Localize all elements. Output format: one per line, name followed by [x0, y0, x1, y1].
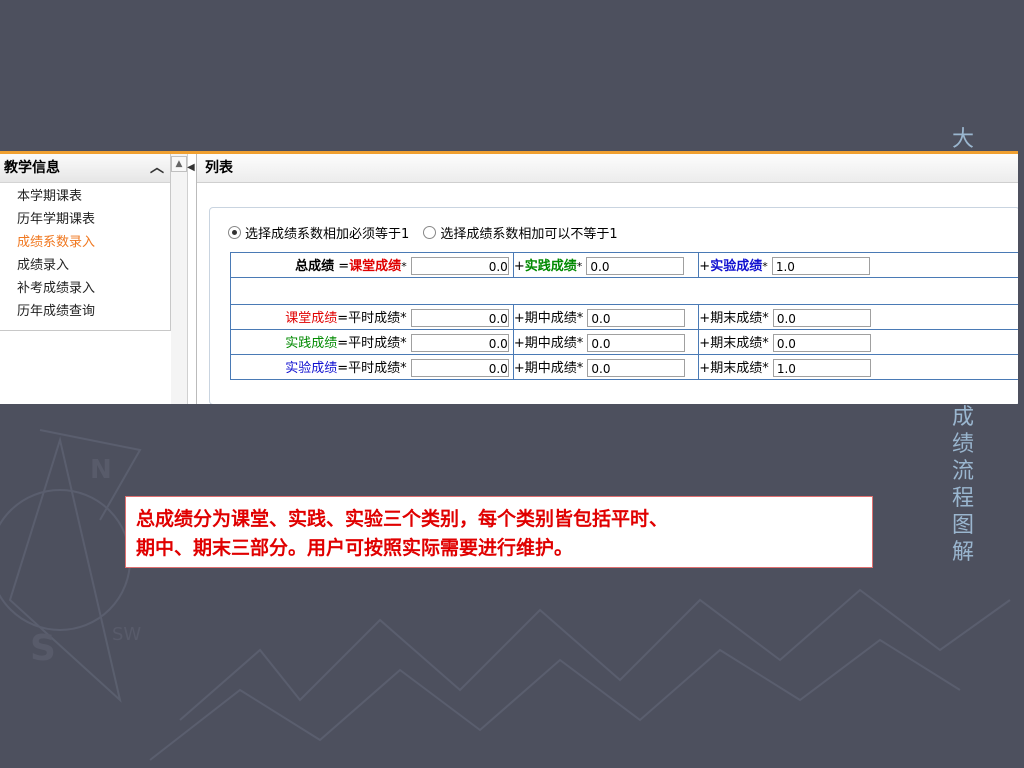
usual-label: =平时成绩*: [337, 310, 407, 326]
sidebar-item-current-schedule[interactable]: 本学期课表: [17, 185, 170, 208]
radio-label-sum-not-equal-1: 选择成绩系数相加可以不等于1: [440, 227, 618, 242]
classroom-final-input[interactable]: 0.0: [772, 309, 871, 328]
sidebar-scrollbar[interactable]: ▲: [171, 154, 188, 404]
sidebar-item-grade-coefficient[interactable]: 成绩系数录入: [17, 231, 170, 254]
coefficient-table: 总成绩 =课堂成绩* 0.0 +实践成绩* 0.0 +实验成绩* 1.0 课堂成…: [230, 252, 1018, 380]
experiment-usual-input[interactable]: 0.0: [410, 359, 509, 378]
sidebar-item-history-grades[interactable]: 历年成绩查询: [17, 300, 170, 323]
svg-text:SW: SW: [112, 624, 141, 645]
experiment-final-cell: +期末成绩* 1.0: [698, 354, 1018, 380]
classroom-coefficient-input[interactable]: 0.0: [410, 257, 509, 276]
classroom-mid-cell: +期中成绩* 0.0: [512, 304, 700, 330]
experiment-formula-cell: +实验成绩* 1.0: [698, 252, 895, 278]
practice-category: 实践成绩: [285, 335, 338, 351]
table-row: 课堂成绩=平时成绩* 0.0 +期中成绩* 0.0 +期末成绩* 0.0: [230, 304, 1018, 330]
practice-formula-cell: +实践成绩* 0.0: [512, 252, 700, 278]
vertical-title-bottom: 成 绩 流 程 图 解: [951, 405, 974, 565]
classroom-row-label: 课堂成绩=平时成绩* 0.0: [230, 304, 514, 330]
annotation-note: 总成绩分为课堂、实践、实验三个类别，每个类别皆包括平时、 期中、期末三部分。用户…: [125, 496, 873, 568]
table-row: 实践成绩=平时成绩* 0.0 +期中成绩* 0.0 +期末成绩* 0.0: [230, 329, 1018, 355]
table-row: 实验成绩=平时成绩* 0.0 +期中成绩* 0.0 +期末成绩* 1.0: [230, 354, 1018, 380]
radio-label-sum-equals-1: 选择成绩系数相加必须等于1: [245, 227, 410, 242]
classroom-usual-input[interactable]: 0.0: [410, 309, 509, 328]
vertical-title-top: 大: [951, 127, 974, 152]
practice-mid-cell: +期中成绩* 0.0: [512, 329, 700, 355]
spacer-cell: [894, 252, 1018, 278]
radio-sum-equals-1[interactable]: [228, 226, 241, 239]
classroom-mid-input[interactable]: 0.0: [587, 309, 686, 328]
star: *: [401, 259, 407, 273]
experiment-category: 实验成绩: [285, 360, 338, 376]
main-panel: 列表 选择成绩系数相加必须等于1 选择成绩系数相加可以不等于1 总成绩 =课堂成…: [196, 154, 1018, 404]
chevron-up-icon[interactable]: ︿: [150, 154, 164, 182]
final-label: +期末成绩*: [699, 335, 769, 351]
practice-final-input[interactable]: 0.0: [772, 334, 871, 353]
sidebar-item-makeup-entry[interactable]: 补考成绩录入: [17, 277, 170, 300]
table-row: [230, 277, 1018, 305]
practice-label: 实践成绩: [524, 258, 577, 274]
final-label: +期末成绩*: [699, 360, 769, 376]
usual-label: =平时成绩*: [337, 360, 407, 376]
experiment-label: 实验成绩: [710, 258, 763, 274]
collapse-left-icon[interactable]: ◀: [187, 162, 195, 176]
plus-sign: +: [699, 258, 711, 274]
experiment-row-label: 实验成绩=平时成绩* 0.0: [230, 354, 514, 380]
app-screenshot: 教学信息 ︿ 本学期课表 历年学期课表 成绩系数录入 成绩录入 补考成绩录入 历…: [0, 151, 1018, 404]
experiment-mid-input[interactable]: 0.0: [587, 359, 686, 378]
mid-label: +期中成绩*: [513, 310, 584, 326]
plus-sign: +: [513, 258, 525, 274]
final-label: +期末成绩*: [699, 310, 769, 326]
table-row: 总成绩 =课堂成绩* 0.0 +实践成绩* 0.0 +实验成绩* 1.0: [230, 252, 1018, 278]
sidebar: 教学信息 ︿ 本学期课表 历年学期课表 成绩系数录入 成绩录入 补考成绩录入 历…: [0, 154, 171, 331]
empty-row: [230, 277, 1018, 305]
experiment-coefficient-input[interactable]: 1.0: [771, 257, 870, 276]
usual-label: =平时成绩*: [337, 335, 407, 351]
sidebar-item-history-schedule[interactable]: 历年学期课表: [17, 208, 170, 231]
practice-mid-input[interactable]: 0.0: [587, 334, 686, 353]
mid-label: +期中成绩*: [513, 335, 584, 351]
mid-label: +期中成绩*: [513, 360, 584, 376]
classroom-label: 课堂成绩: [349, 258, 402, 274]
svg-text:N: N: [90, 455, 112, 485]
practice-usual-input[interactable]: 0.0: [410, 334, 509, 353]
total-formula-cell: 总成绩 =课堂成绩* 0.0: [230, 252, 514, 278]
practice-coefficient-input[interactable]: 0.0: [586, 257, 685, 276]
radio-row: 选择成绩系数相加必须等于1 选择成绩系数相加可以不等于1: [228, 225, 628, 245]
practice-row-label: 实践成绩=平时成绩* 0.0: [230, 329, 514, 355]
practice-final-cell: +期末成绩* 0.0: [698, 329, 1018, 355]
eq-sign: =: [338, 258, 350, 274]
scroll-up-icon[interactable]: ▲: [171, 156, 187, 172]
coefficient-panel: 选择成绩系数相加必须等于1 选择成绩系数相加可以不等于1 总成绩 =课堂成绩* …: [209, 207, 1018, 404]
experiment-final-input[interactable]: 1.0: [772, 359, 871, 378]
star: *: [576, 259, 583, 273]
classroom-category: 课堂成绩: [285, 310, 338, 326]
sidebar-header-label: 教学信息: [4, 160, 60, 176]
main-header: 列表: [197, 154, 1018, 183]
classroom-final-cell: +期末成绩* 0.0: [698, 304, 1018, 330]
sidebar-item-grade-entry[interactable]: 成绩录入: [17, 254, 170, 277]
sidebar-header[interactable]: 教学信息 ︿: [0, 154, 170, 183]
radio-sum-not-equal-1[interactable]: [423, 226, 437, 239]
note-line-1: 总成绩分为课堂、实践、实验三个类别，每个类别皆包括平时、: [136, 508, 669, 530]
experiment-mid-cell: +期中成绩* 0.0: [512, 354, 700, 380]
svg-text:S: S: [30, 628, 56, 669]
star: *: [762, 259, 768, 273]
total-label: 总成绩: [295, 258, 335, 274]
note-line-2: 期中、期末三部分。用户可按照实际需要进行维护。: [136, 537, 574, 559]
